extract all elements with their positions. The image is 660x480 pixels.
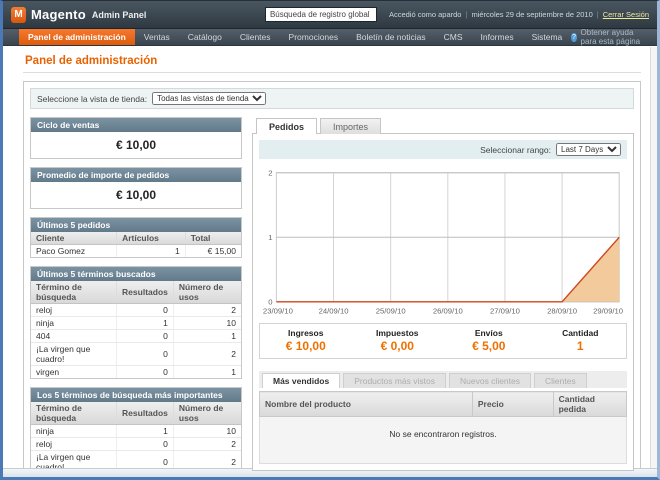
- empty-records-message: No se encontraron registros.: [259, 417, 627, 464]
- svg-text:0: 0: [268, 298, 272, 307]
- widget-title: Ciclo de ventas: [31, 118, 241, 132]
- store-view-select[interactable]: Todas las vistas de tienda: [152, 92, 266, 105]
- scrollbar-track[interactable]: [650, 47, 657, 468]
- logo-text: Magento: [31, 7, 86, 22]
- svg-text:26/09/10: 26/09/10: [433, 306, 463, 315]
- products-table: Nombre del producto Precio Cantidad pedi…: [259, 391, 627, 417]
- tab-clientes[interactable]: Clientes: [534, 373, 587, 388]
- widget-title: Últimos 5 términos buscados: [31, 267, 241, 281]
- average-orders-widget: Promedio de importe de pedidos € 10,00: [30, 167, 242, 209]
- svg-text:28/09/10: 28/09/10: [547, 306, 577, 315]
- nav-item-ventas[interactable]: Ventas: [135, 29, 179, 45]
- column-header: Número de usos: [173, 402, 241, 425]
- total-envios: Envíos € 5,00: [443, 328, 535, 353]
- tab-pedidos[interactable]: Pedidos: [256, 118, 317, 134]
- help-link[interactable]: ? Obtener ayuda para esta página: [571, 29, 647, 45]
- column-header: Precio: [472, 392, 553, 417]
- range-select[interactable]: Last 7 Days: [556, 143, 621, 156]
- column-header: Artículos: [117, 232, 186, 245]
- title-divider: [23, 72, 641, 73]
- widget-title: Promedio de importe de pedidos: [31, 168, 241, 182]
- orders-chart: 0 1 2 23/09/10 24/09/10 25/09/10 26/09/10 27/09…: [261, 167, 625, 319]
- column-header: Total: [185, 232, 241, 245]
- last-search-terms-widget: Últimos 5 términos buscados Término de b…: [30, 266, 242, 379]
- magento-logo: M Magento Admin Panel: [11, 7, 146, 23]
- admin-header: M Magento Admin Panel Accedió como apard…: [3, 1, 657, 29]
- chart-tabs: Pedidos Importes: [252, 117, 634, 133]
- column-header: Resultados: [117, 402, 174, 425]
- nav-item-sistema[interactable]: Sistema: [523, 29, 572, 45]
- bottom-tabs: Más vendidos Productos más vistos Nuevos…: [259, 371, 627, 388]
- nav-item-promociones[interactable]: Promociones: [280, 29, 348, 45]
- search-term-row[interactable]: ninja 1 10: [31, 425, 241, 438]
- nav-item-cms[interactable]: CMS: [435, 29, 472, 45]
- store-view-switcher: Seleccione la vista de tienda: Todas las…: [30, 88, 634, 109]
- total-ingresos: Ingresos € 10,00: [260, 328, 352, 353]
- main-nav: Panel de administración Ventas Catálogo …: [3, 29, 657, 46]
- last-search-terms-table: Término de búsqueda Resultados Número de…: [31, 281, 241, 378]
- page-title: Panel de administración: [25, 55, 641, 67]
- column-header: Número de usos: [173, 281, 241, 304]
- svg-text:29/09/10: 29/09/10: [593, 306, 623, 315]
- magento-logo-icon: M: [11, 7, 26, 23]
- order-row[interactable]: Paco Gomez 1 € 15,00: [31, 245, 241, 258]
- top-search-terms-widget: Los 5 términos de búsqueda más important…: [30, 387, 242, 480]
- search-term-row[interactable]: ninja 1 10: [31, 317, 241, 330]
- chart-panel: Seleccionar rango: Last 7 Days 0 1 2 23/09/…: [252, 133, 634, 471]
- last-orders-table: Cliente Artículos Total Paco Gomez 1 € 1…: [31, 232, 241, 257]
- browser-window: M Magento Admin Panel Accedió como apard…: [0, 0, 660, 480]
- lifetime-sales-widget: Ciclo de ventas € 10,00: [30, 117, 242, 159]
- right-column: Pedidos Importes Seleccionar rango: Last…: [252, 117, 634, 480]
- logo-subtitle: Admin Panel: [92, 10, 147, 20]
- column-header: Cliente: [31, 232, 117, 245]
- logout-link[interactable]: Cerrar Sesión: [603, 10, 649, 19]
- last-orders-widget: Últimos 5 pedidos Cliente Artículos Tota…: [30, 217, 242, 258]
- help-icon: ?: [571, 33, 576, 42]
- svg-text:1: 1: [268, 233, 272, 242]
- chart-area: 0 1 2 23/09/10 24/09/10 25/09/10 26/09/10 27/09…: [259, 159, 627, 319]
- average-orders-value: € 10,00: [31, 182, 241, 208]
- widget-title: Los 5 términos de búsqueda más important…: [31, 388, 241, 402]
- svg-text:25/09/10: 25/09/10: [376, 306, 406, 315]
- current-date: miércoles 29 de septiembre de 2010: [471, 10, 592, 19]
- store-view-label: Seleccione la vista de tienda:: [37, 94, 147, 104]
- widget-title: Últimos 5 pedidos: [31, 218, 241, 232]
- header-user-info: Accedió como apardo | miércoles 29 de se…: [389, 10, 649, 19]
- column-header: Resultados: [117, 281, 174, 304]
- range-bar: Seleccionar rango: Last 7 Days: [259, 140, 627, 159]
- dashboard-container: Seleccione la vista de tienda: Todas las…: [23, 81, 641, 480]
- totals-bar: Ingresos € 10,00 Impuestos € 0,00 Envíos…: [259, 323, 627, 359]
- column-header: Nombre del producto: [260, 392, 473, 417]
- nav-item-clientes[interactable]: Clientes: [231, 29, 280, 45]
- lifetime-sales-value: € 10,00: [31, 132, 241, 158]
- logged-in-as: Accedió como apardo: [389, 10, 462, 19]
- column-header: Cantidad pedida: [553, 392, 626, 417]
- nav-item-informes[interactable]: Informes: [472, 29, 523, 45]
- left-column: Ciclo de ventas € 10,00 Promedio de impo…: [30, 117, 242, 480]
- svg-text:2: 2: [268, 169, 272, 178]
- svg-text:27/09/10: 27/09/10: [490, 306, 520, 315]
- nav-item-boletin[interactable]: Boletín de noticias: [347, 29, 434, 45]
- tab-nuevos-clientes[interactable]: Nuevos clientes: [449, 373, 531, 388]
- page-content: Panel de administración Seleccione la vi…: [3, 46, 657, 480]
- search-term-row[interactable]: 404 0 1: [31, 330, 241, 343]
- tab-mas-vendidos[interactable]: Más vendidos: [262, 373, 340, 388]
- nav-item-catalogo[interactable]: Catálogo: [179, 29, 231, 45]
- tab-productos-mas-vistos[interactable]: Productos más vistos: [343, 373, 446, 388]
- search-term-row[interactable]: virgen 0 1: [31, 366, 241, 379]
- column-header: Término de búsqueda: [31, 281, 117, 304]
- tab-importes[interactable]: Importes: [320, 118, 381, 134]
- range-label: Seleccionar rango:: [480, 145, 551, 155]
- svg-text:23/09/10: 23/09/10: [263, 306, 293, 315]
- nav-item-dashboard[interactable]: Panel de administración: [19, 29, 135, 45]
- total-cantidad: Cantidad 1: [535, 328, 627, 353]
- search-term-row[interactable]: ¡La virgen que cuadro! 0 2: [31, 343, 241, 366]
- svg-text:24/09/10: 24/09/10: [319, 306, 349, 315]
- total-impuestos: Impuestos € 0,00: [352, 328, 444, 353]
- search-term-row[interactable]: reloj 0 2: [31, 438, 241, 451]
- search-term-row[interactable]: reloj 0 2: [31, 304, 241, 317]
- global-search-input[interactable]: [265, 7, 377, 22]
- column-header: Término de búsqueda: [31, 402, 117, 425]
- help-label: Obtener ayuda para esta página: [581, 28, 647, 46]
